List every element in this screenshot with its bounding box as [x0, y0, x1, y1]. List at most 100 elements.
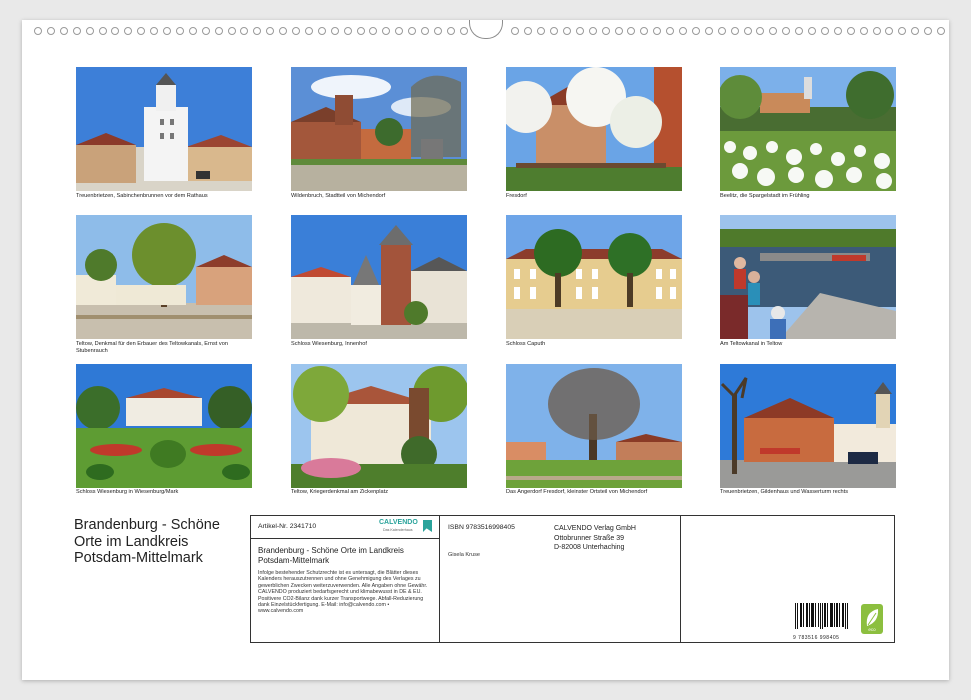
binding-ring	[730, 27, 739, 35]
info-column-left: Artikel-Nr. 2341710 CALVENDO Das Kalende…	[251, 516, 440, 642]
binding-ring	[820, 27, 829, 35]
binding-ring	[743, 27, 752, 35]
binding-ring	[575, 27, 584, 35]
binding-ring	[679, 27, 687, 35]
binding-ring	[240, 27, 249, 35]
calendar-title: Brandenburg - Schöne Orte im Landkreis P…	[258, 546, 404, 565]
binding-ring	[859, 27, 868, 35]
author: Gisela Kruse	[448, 552, 481, 558]
photo-caption: Das Angerdorf Fresdorf, kleinster Ortste…	[506, 489, 648, 495]
binding-ring	[356, 27, 365, 35]
binding-ring	[537, 27, 546, 35]
binding-ring	[795, 27, 804, 35]
binding-ring	[756, 27, 765, 35]
binding-ring	[640, 27, 649, 35]
binding-ring	[924, 27, 933, 35]
publisher-name: CALVENDO Verlag GmbH	[554, 525, 636, 532]
binding-ring	[833, 27, 842, 35]
photo-wiesenburg-innenhof	[291, 215, 467, 339]
info-column-middle: ISBN 9783516998405 Gisela Kruse CALVENDO…	[440, 516, 681, 642]
binding-ring	[601, 27, 610, 35]
photo-caption: Schloss Caputh	[506, 341, 546, 347]
photo-caption: Teltow, Kriegerdenkmal am Zickenplatz	[291, 489, 388, 495]
barcode-bars	[795, 603, 848, 629]
binding-ring	[562, 27, 571, 35]
binding-ring	[937, 27, 945, 35]
binding-ring	[911, 27, 920, 35]
photo-schloss-wiesenburg	[76, 364, 252, 488]
binding-ring	[98, 27, 107, 35]
binding-ring	[885, 27, 894, 35]
photo-caption: Treuenbrietzen, Sabinchenbrunnen vor dem…	[76, 193, 208, 199]
binding-ring	[395, 27, 404, 35]
photo-caption: Teltow, Denkmal für den Erbauer des Telt…	[76, 341, 228, 354]
binding-ring	[85, 27, 94, 35]
binding-ring	[317, 27, 326, 35]
binding-ring	[124, 27, 133, 35]
binding-ring	[408, 27, 417, 35]
photo-treuenbrietzen-gildenhaus	[720, 364, 896, 488]
photo-angerdorf-fresdorf	[506, 364, 682, 488]
binding-ring	[782, 27, 791, 35]
binding-ring	[330, 27, 339, 35]
photo-caption: Treuenbrietzen, Gildenhaus und Wassertur…	[720, 489, 848, 495]
binding-ring	[227, 27, 236, 35]
photo-caption: Wildenbruch, Stadtteil von Michendorf	[291, 193, 386, 199]
binding-ring	[769, 27, 778, 35]
binding-ring	[691, 27, 700, 35]
barcode: 9 783516 998405	[793, 603, 849, 641]
photo-caption: Am Teltowkanal in Teltow	[720, 341, 783, 347]
binding-ring	[279, 27, 288, 35]
binding-ring	[111, 27, 120, 35]
binding-ring	[550, 27, 558, 35]
binding-ring	[253, 27, 262, 35]
binding-ring	[614, 27, 623, 35]
binding-ring	[304, 27, 313, 35]
page-title: Brandenburg - Schöne Orte im Landkreis P…	[74, 517, 220, 566]
photo-caption: Beelitz, die Spargelstadt im Frühling	[720, 193, 810, 199]
binding-ring	[175, 27, 184, 35]
binding-ring	[137, 27, 146, 35]
photo-teltow-denkmal	[76, 215, 252, 339]
binding-ring	[588, 27, 597, 35]
publisher-city: D-82008 Unterhaching	[554, 544, 625, 551]
binding-ring	[72, 27, 81, 35]
calvendo-logo: CALVENDO	[379, 519, 418, 526]
article-number: Artikel-Nr. 2341710	[258, 523, 317, 530]
photo-wildenbruch	[291, 67, 467, 191]
binding-ring	[717, 27, 726, 35]
binding-ring	[433, 27, 442, 35]
eco-label: eco	[868, 627, 876, 632]
binding-ring	[201, 27, 210, 35]
binding-ring	[292, 27, 300, 35]
binding-ring	[369, 27, 378, 35]
binding-ring	[446, 27, 455, 35]
photo-caption: Schloss Wiesenburg in Wiesenburg/Mark	[76, 489, 179, 495]
binding-ring	[421, 27, 429, 35]
eco-badge: eco	[861, 604, 883, 634]
binding-ring	[382, 27, 391, 35]
photo-schloss-caputh	[506, 215, 682, 339]
photo-fresdorf	[506, 67, 682, 191]
binding-ring	[653, 27, 662, 35]
calvendo-logo-icon	[423, 520, 432, 532]
publisher-street: Ottobrunner Straße 39	[554, 534, 625, 542]
binding-ring	[266, 27, 275, 35]
legal-text: Infolge bestehender Schutzrechte ist es …	[258, 570, 428, 615]
binding-ring	[214, 27, 223, 35]
info-box: Artikel-Nr. 2341710 CALVENDO Das Kalende…	[250, 515, 895, 643]
binding-ring	[34, 27, 42, 35]
photo-teltow-kriegerdenkmal	[291, 364, 467, 488]
isbn: ISBN 9783516998405	[448, 524, 515, 531]
binding-ring	[188, 27, 197, 35]
binding-ring	[163, 27, 171, 35]
publisher-address: CALVENDO Verlag GmbH Ottobrunner Straße …	[554, 524, 636, 553]
binding-ring	[872, 27, 881, 35]
photo-caption: Schloss Wiesenburg, Innenhof	[291, 341, 367, 347]
binding-ring	[459, 27, 468, 35]
binding-ring	[343, 27, 352, 35]
binding-ring	[808, 27, 816, 35]
photo-treuenbrietzen-rathaus	[76, 67, 252, 191]
binding-ring	[524, 27, 533, 35]
binding-ring	[846, 27, 855, 35]
